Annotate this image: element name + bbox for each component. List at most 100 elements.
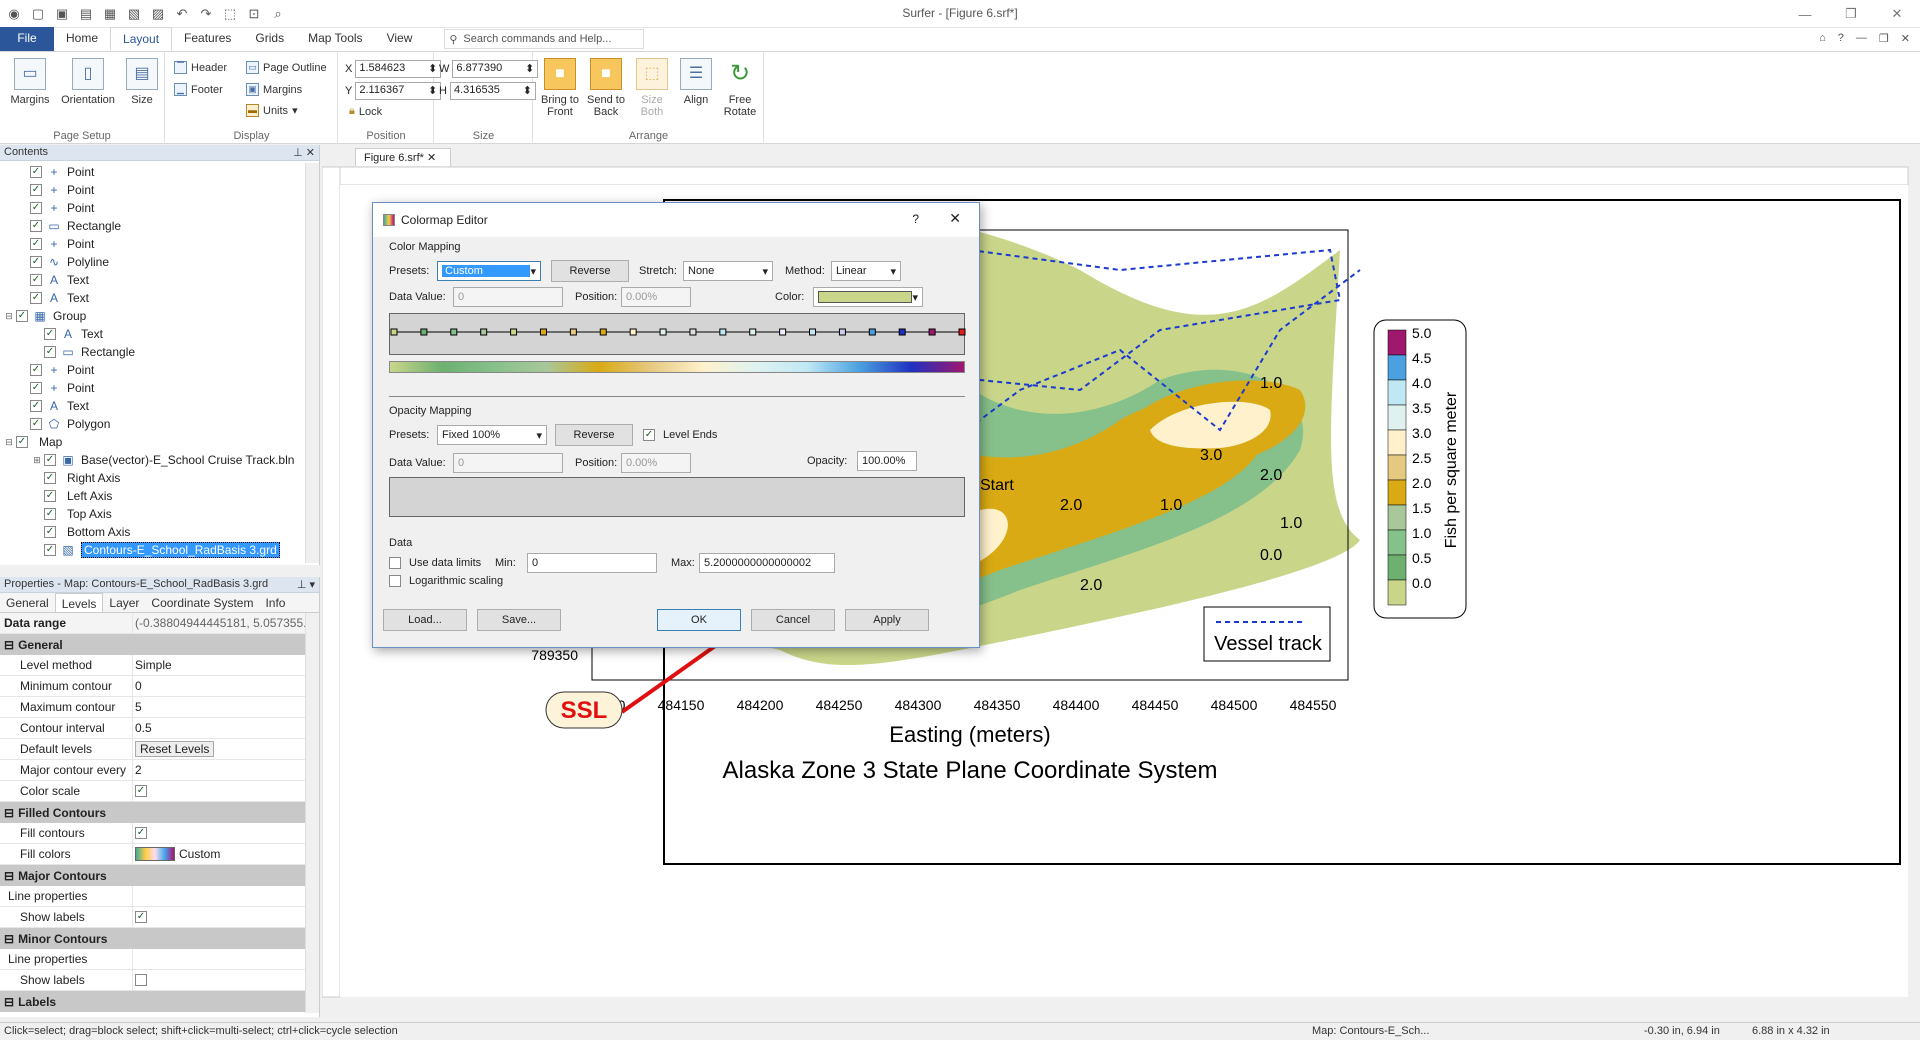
color-node[interactable] [779,328,787,336]
search-box[interactable]: ⚲ Search commands and Help... [444,29,645,49]
color-node[interactable] [539,328,547,336]
contents-item[interactable]: ⊟ ✓ ▦ Group [0,307,304,325]
prop-value[interactable]: Reset Levels [132,739,319,759]
header-button[interactable]: ▔ Header [174,61,227,74]
data-value-field[interactable]: 0 [453,287,563,307]
visibility-checkbox[interactable]: ✓ [44,346,56,358]
reverse-button[interactable]: Reverse [551,260,629,282]
visibility-checkbox[interactable]: ✓ [30,202,42,214]
contents-item[interactable]: ⊟ ✓ Map [0,433,304,451]
prop-section-header[interactable]: ⊟ Labels [0,991,319,1012]
opacity-node-track[interactable] [389,477,965,517]
visibility-checkbox[interactable]: ✓ [44,490,56,502]
visibility-checkbox[interactable]: ✓ [44,454,56,466]
prop-row[interactable]: Maximum contour 5 [0,697,319,718]
close-doc-icon[interactable]: ✕ [1901,32,1910,45]
prop-tab-coordinate-system[interactable]: Coordinate System [145,593,259,612]
orientation-button[interactable]: ▯ Orientation [58,58,118,106]
contents-item[interactable]: ✓ Bottom Axis [0,523,304,541]
contents-item[interactable]: ✓ ▭ Rectangle [0,343,304,361]
restore-icon[interactable]: ❐ [1828,0,1874,28]
prop-value[interactable]: ✓ [132,823,319,843]
prop-row[interactable]: Line properties [0,949,319,970]
size-both-button[interactable]: ⬚ Size Both [630,58,674,118]
contents-item[interactable]: ✓ A Text [0,271,304,289]
presets-select[interactable]: Custom ▾ [437,261,541,281]
prop-value[interactable]: Simple [132,655,319,675]
color-node[interactable] [390,328,398,336]
use-data-limits-checkbox[interactable]: Use data limits [389,557,481,569]
position-field[interactable]: 0.00% [621,287,691,307]
visibility-checkbox[interactable]: ✓ [16,310,28,322]
color-node[interactable] [599,328,607,336]
dialog-close-icon[interactable]: ✕ [949,210,961,227]
color-node[interactable] [868,328,876,336]
visibility-checkbox[interactable]: ✓ [16,436,28,448]
contents-item[interactable]: ✓ ▭ Rectangle [0,217,304,235]
prop-row[interactable]: Fill contours ✓ [0,823,319,844]
cancel-button[interactable]: Cancel [751,609,835,631]
send-to-back-button[interactable]: ■ Send to Back [584,58,628,118]
color-node[interactable] [510,328,518,336]
visibility-checkbox[interactable]: ✓ [30,382,42,394]
load-button[interactable]: Load... [383,609,467,631]
color-node[interactable] [659,328,667,336]
expand-icon[interactable]: ⊟ [4,311,14,322]
page-outline-button[interactable]: ▭ Page Outline [246,61,327,74]
contents-item[interactable]: ✓ + Point [0,163,304,181]
apply-button[interactable]: Apply [845,609,929,631]
stretch-select[interactable]: None ▾ [683,261,773,281]
prop-value[interactable] [132,970,319,990]
tab-grids[interactable]: Grids [243,27,296,51]
prop-tab-info[interactable]: Info [259,593,291,612]
opacity-position-field[interactable]: 0.00% [621,453,691,473]
tab-home[interactable]: Home [54,27,110,51]
opacity-data-value-field[interactable]: 0 [453,453,563,473]
restore-doc-icon[interactable]: ❐ [1879,32,1889,45]
visibility-checkbox[interactable]: ✓ [30,256,42,268]
method-select[interactable]: Linear ▾ [831,261,901,281]
position-y-field[interactable]: 2.116367 ⬍ [355,82,442,100]
prop-row[interactable]: Show labels [0,970,319,991]
tab-layout[interactable]: Layout [110,27,173,51]
color-node[interactable] [629,328,637,336]
display-margins-button[interactable]: ▣ Margins [246,83,302,96]
contents-item[interactable]: ✓ A Text [0,325,304,343]
prop-value[interactable]: 5 [132,697,319,717]
dialog-help-icon[interactable]: ? [912,212,919,226]
footer-button[interactable]: ▁ Footer [174,83,223,96]
visibility-checkbox[interactable]: ✓ [30,220,42,232]
opacity-field[interactable]: 100.00% [857,451,917,471]
color-slider[interactable] [389,387,965,397]
prop-value[interactable]: 0 [132,676,319,696]
prop-row[interactable]: Level method Simple [0,655,319,676]
visibility-checkbox[interactable]: ✓ [30,364,42,376]
visibility-checkbox[interactable]: ✓ [30,274,42,286]
prop-value[interactable]: ✓ [132,781,319,801]
visibility-checkbox[interactable]: ✓ [30,292,42,304]
opacity-reverse-button[interactable]: Reverse [555,424,633,446]
contents-item[interactable]: ✓ + Point [0,181,304,199]
tab-features[interactable]: Features [172,27,243,51]
prop-value[interactable]: Custom [132,844,319,864]
contents-item[interactable]: ✓ ∿ Polyline [0,253,304,271]
size-h-field[interactable]: 4.316535 ⬍ [449,82,536,100]
help-icon[interactable]: ? [1838,32,1844,45]
color-node[interactable] [928,328,936,336]
tab-view[interactable]: View [375,27,425,51]
contents-item[interactable]: ✓ + Point [0,379,304,397]
contents-item[interactable]: ✓ ▧ Contours-E_School_RadBasis 3.grd [0,541,304,559]
visibility-checkbox[interactable]: ✓ [44,472,56,484]
properties-scrollbar[interactable] [305,613,319,1013]
visibility-checkbox[interactable]: ✓ [44,526,56,538]
lock-button[interactable]: 🔒︎ Lock [349,105,382,118]
visibility-checkbox[interactable]: ✓ [30,184,42,196]
visibility-checkbox[interactable]: ✓ [30,238,42,250]
prop-tab-levels[interactable]: Levels [54,593,104,612]
free-rotate-button[interactable]: ↻ Free Rotate [718,58,762,119]
contents-item[interactable]: ⊞ ✓ ▣ Base(vector)-E_School Cruise Track.bl… [0,451,304,469]
units-button[interactable]: ▬ Units ▾ [246,104,298,117]
contents-item[interactable]: ✓ A Text [0,289,304,307]
bring-to-front-button[interactable]: ■ Bring to Front [538,58,582,118]
prop-value[interactable] [132,949,319,969]
